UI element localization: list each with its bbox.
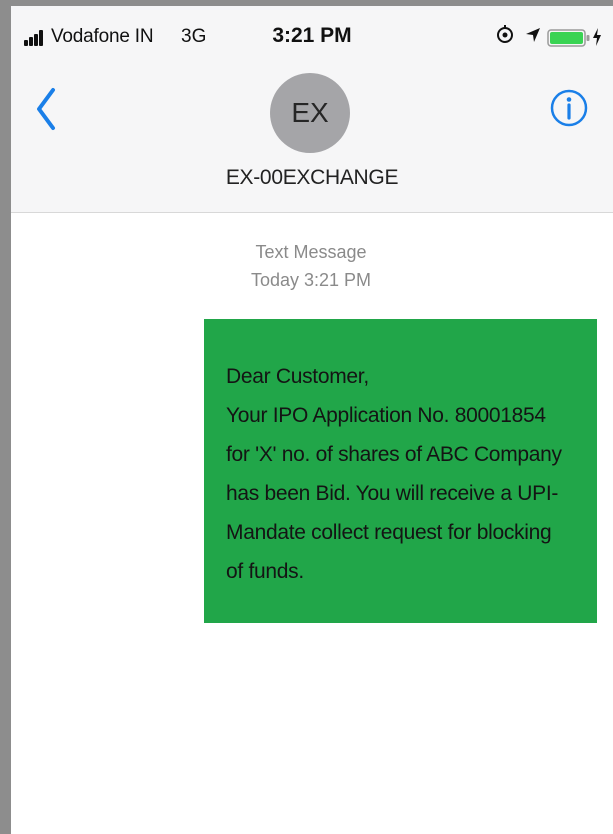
contact-name[interactable]: EX-00EXCHANGE — [11, 166, 613, 190]
location-services-icon — [497, 25, 513, 43]
charging-bolt-icon — [593, 28, 601, 46]
message-text: Dear Customer, Your IPO Application No. … — [226, 365, 562, 583]
timestamp-value: Today 3:21 PM — [250, 270, 372, 290]
conversation-header: EX EX-00EXCHANGE — [11, 62, 613, 213]
message-timestamp: Text Message Today 3:21 PM — [211, 238, 411, 294]
battery-icon — [547, 29, 590, 47]
message-bubble[interactable]: Dear Customer, Your IPO Application No. … — [204, 319, 597, 623]
location-arrow-icon — [526, 28, 540, 42]
status-time: 3:21 PM — [272, 24, 352, 47]
phone-screen: Vodafone IN 3G 3:21 PM EX EX-00EXCHANGE … — [11, 6, 613, 834]
timestamp-label: Text Message — [255, 242, 367, 262]
back-button[interactable] — [31, 84, 61, 134]
device-frame: Vodafone IN 3G 3:21 PM EX EX-00EXCHANGE … — [0, 0, 613, 834]
info-icon[interactable] — [549, 88, 589, 128]
status-bar: Vodafone IN 3G 3:21 PM — [11, 6, 613, 62]
contact-avatar[interactable]: EX — [270, 73, 350, 153]
